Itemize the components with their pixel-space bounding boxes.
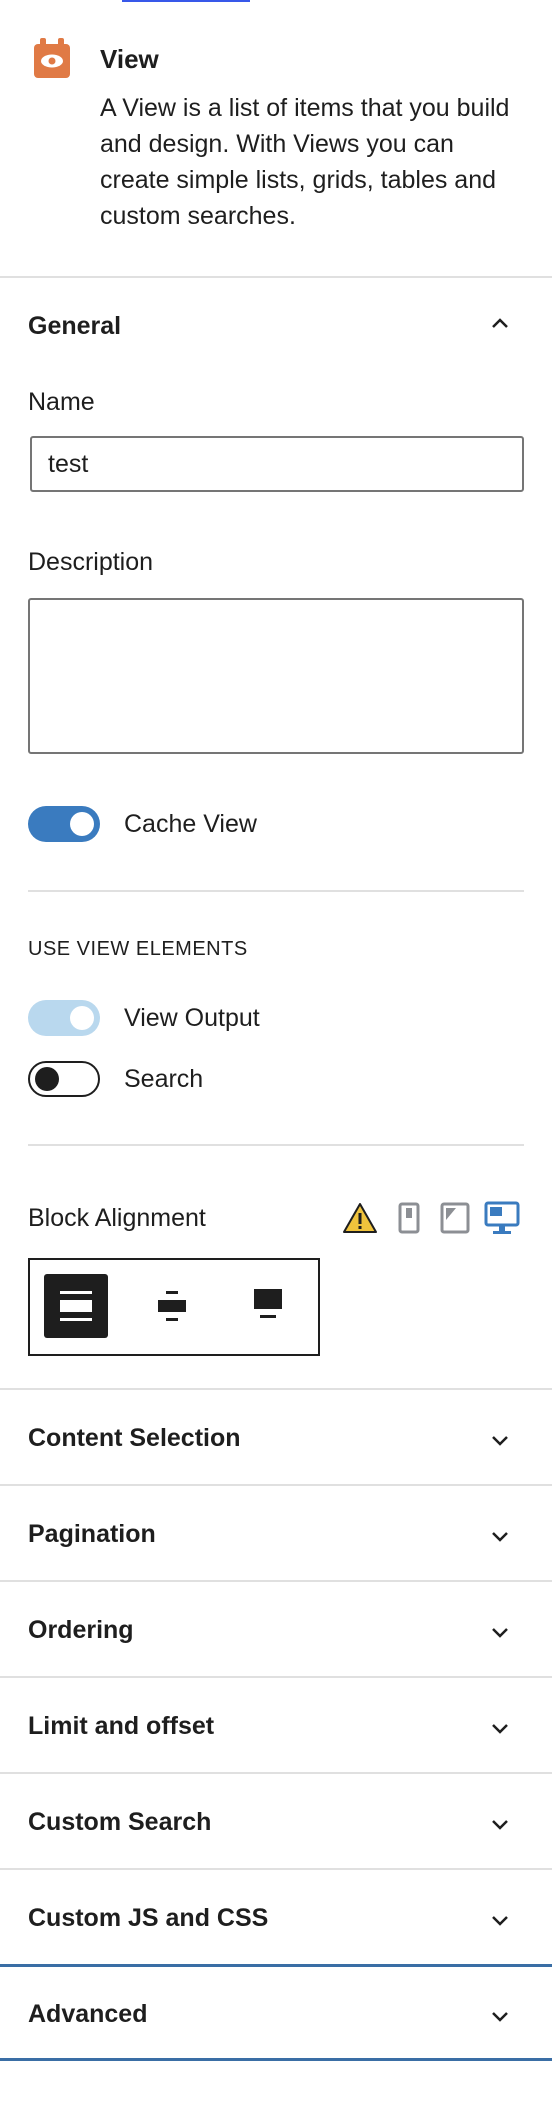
toggle-knob [70, 812, 94, 836]
divider [0, 276, 552, 278]
divider [0, 1484, 552, 1486]
chevron-down-icon[interactable] [488, 1908, 512, 1932]
description-textarea[interactable] [28, 598, 524, 754]
toggle-knob [70, 1006, 94, 1030]
toggle-knob [35, 1067, 59, 1091]
chevron-down-icon[interactable] [488, 1620, 512, 1644]
view-output-toggle[interactable] [28, 1000, 100, 1036]
view-output-label: View Output [124, 1004, 260, 1032]
align-center-button[interactable] [140, 1274, 204, 1338]
chevron-down-icon[interactable] [488, 1716, 512, 1740]
panel-title[interactable]: Custom JS and CSS [28, 1904, 268, 1933]
view-elements-heading: USE VIEW ELEMENTS [28, 938, 248, 960]
chevron-down-icon[interactable] [488, 1812, 512, 1836]
eye-icon [34, 38, 70, 78]
block-description: A View is a list of items that you build… [100, 94, 510, 230]
panel-title[interactable]: Ordering [28, 1616, 134, 1645]
chevron-down-icon[interactable] [488, 1428, 512, 1452]
warning-icon [343, 1203, 377, 1233]
divider [28, 1144, 524, 1146]
panel-title[interactable]: Advanced [28, 2000, 147, 2029]
align-wide-icon [60, 1291, 92, 1321]
panel-title[interactable]: Limit and offset [28, 1712, 214, 1741]
search-label: Search [124, 1065, 204, 1093]
align-full-button[interactable] [236, 1274, 300, 1338]
chevron-down-icon[interactable] [488, 2004, 512, 2028]
align-wide-button[interactable] [44, 1274, 108, 1338]
desktop-icon[interactable] [484, 1200, 520, 1236]
active-tab-indicator [122, 0, 250, 2]
divider [0, 1868, 552, 1870]
chevron-down-icon[interactable] [488, 1524, 512, 1548]
divider [0, 1772, 552, 1774]
search-toggle[interactable] [28, 1061, 100, 1097]
focus-divider [0, 1964, 552, 1967]
align-full-icon [254, 1289, 282, 1318]
mobile-icon[interactable] [398, 1202, 420, 1234]
general-panel-title[interactable]: General [28, 312, 121, 341]
name-label: Name [28, 388, 95, 416]
divider [28, 890, 524, 892]
tablet-icon[interactable] [440, 1202, 470, 1234]
cache-view-label: Cache View [124, 810, 257, 838]
panel-title[interactable]: Content Selection [28, 1424, 241, 1453]
name-input[interactable]: test [30, 436, 524, 492]
align-center-icon [158, 1291, 186, 1321]
divider [0, 1676, 552, 1678]
block-alignment-toolbar [28, 1258, 320, 1356]
focus-divider [0, 2058, 552, 2061]
description-label: Description [28, 548, 154, 576]
divider [0, 1388, 552, 1390]
divider [0, 1580, 552, 1582]
block-title: View [100, 44, 159, 74]
block-alignment-label: Block Alignment [28, 1204, 206, 1232]
chevron-up-icon[interactable] [488, 312, 512, 336]
panel-title[interactable]: Custom Search [28, 1808, 211, 1837]
panel-title[interactable]: Pagination [28, 1520, 156, 1549]
cache-view-toggle[interactable] [28, 806, 100, 842]
